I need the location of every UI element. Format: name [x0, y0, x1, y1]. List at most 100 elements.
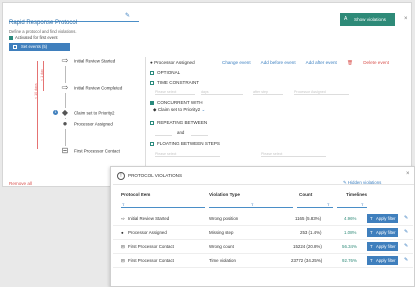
hide-icon[interactable]: ✎	[404, 243, 408, 249]
filter-icon: T	[370, 216, 373, 221]
hide-icon[interactable]: ✎	[404, 229, 408, 235]
apply-filter-button[interactable]: T Apply filter	[367, 242, 398, 251]
protocol-title-field[interactable]: Rapid Response Protocol	[9, 11, 139, 26]
flow-node[interactable]: ● Processor Assigned	[60, 119, 113, 129]
checkbox-icon	[150, 70, 154, 75]
contact-icon: ⊟	[121, 244, 125, 249]
tc-select-d[interactable]: Processor Assigned	[294, 90, 349, 95]
concurrent-select[interactable]: ◆ Claim set to Priority2 ⌄	[153, 107, 205, 113]
protocol-violations-panel: ! PROTOCOL VIOLATIONS ✎ Hidden violation…	[110, 166, 415, 287]
activated-checkbox[interactable]: Activated for first event	[9, 35, 58, 40]
delete-event-label: Delete event	[363, 60, 390, 65]
hide-icon[interactable]: ✎	[404, 215, 408, 221]
violations-title: PROTOCOL VIOLATIONS	[128, 173, 183, 178]
add-before-link[interactable]: Add before event	[261, 60, 296, 65]
and-label: and	[177, 130, 185, 135]
row-item: ● Processor Assigned	[121, 230, 167, 235]
col-header-type[interactable]: Violation Type	[209, 192, 240, 197]
hidden-violations-link[interactable]: ✎ Hidden violations	[343, 180, 381, 186]
table-row[interactable]: ⊟ First Processor Contact Wrong count 152…	[113, 240, 413, 254]
row-item-label: Initial Review Started	[128, 216, 170, 221]
row-item-label: First Processor Contact	[128, 258, 174, 263]
flow-node[interactable]: ◆ Claim set to Priority2	[60, 108, 115, 118]
checkbox-icon	[150, 120, 154, 125]
row-item: ⊟ First Processor Contact	[121, 258, 174, 264]
info-icon[interactable]: 1	[53, 110, 58, 115]
table-row[interactable]: ⇨ Initial Review Started Wrong position 1…	[113, 212, 413, 226]
repeat-min-input[interactable]	[155, 131, 172, 136]
tc-select-a[interactable]: Please select	[155, 90, 195, 95]
hide-icon[interactable]: ✎	[404, 257, 408, 263]
filter-item[interactable]: T	[121, 202, 205, 208]
row-count: 1165 (5.83%)	[295, 216, 322, 221]
violations-icon: A	[344, 16, 348, 22]
filter-icon: T	[370, 244, 373, 249]
col-header-timelines[interactable]: Timelines	[346, 192, 367, 197]
activated-label: Activated for first event	[15, 35, 58, 40]
flow-node[interactable]: ⊟ First Processor Contact	[60, 146, 120, 156]
table-row[interactable]: ● Processor Assigned Missing step 253 (1.…	[113, 226, 413, 240]
floating-label: FLOATING BETWEEN STEPS	[157, 141, 220, 146]
diamond-icon: ◆	[60, 108, 70, 118]
tc-select-b[interactable]: days	[201, 90, 243, 95]
row-item-label: First Processor Contact	[128, 244, 174, 249]
filter-icon: T	[370, 230, 373, 235]
row-count: 23772 (34.25%)	[291, 258, 323, 263]
filter-row: T T T T	[121, 202, 403, 208]
concurrent-checkbox[interactable]: CONCURRENT WITH	[150, 100, 203, 105]
close-icon[interactable]: ×	[404, 16, 408, 22]
flow-node[interactable]: ⇨ Initial Review Started	[60, 56, 115, 66]
checkbox-checked-icon	[9, 35, 13, 40]
row-type: Missing step	[209, 230, 234, 235]
contact-icon: ⊟	[60, 146, 70, 156]
apply-filter-button[interactable]: T Apply filter	[367, 256, 398, 265]
floating-checkbox[interactable]: FLOATING BETWEEN STEPS	[150, 141, 220, 146]
filter-count[interactable]: T	[297, 202, 333, 208]
flow-node-label: Initial Review Completed	[74, 85, 123, 91]
floating-select-b[interactable]: Please select	[261, 152, 326, 157]
change-event-link[interactable]: Change event	[222, 60, 251, 65]
set-events-button[interactable]: Set events (5)	[9, 43, 70, 51]
time-constraint-label: TIME CONSTRAINT	[157, 80, 200, 85]
flow-node[interactable]: ⇨ Initial Review Completed	[60, 83, 122, 93]
concurrent-value: Claim set to Priority2	[157, 107, 201, 112]
checkbox-icon	[150, 80, 154, 85]
delete-event-link[interactable]: 🗑 Delete event	[347, 60, 398, 65]
show-violations-label: Show violations	[354, 17, 386, 22]
col-header-count[interactable]: Count	[299, 192, 312, 197]
row-item: ⇨ Initial Review Started	[121, 216, 169, 222]
bracket-label-short: < 1 day	[40, 69, 44, 81]
filter-icon: T	[361, 202, 364, 207]
row-pct: 92.76%	[342, 258, 357, 263]
warning-icon: !	[117, 172, 125, 180]
add-after-link[interactable]: Add after event	[306, 60, 337, 65]
set-events-label: Set events (5)	[21, 44, 48, 49]
flow-node-label: Claim set to Priority2	[74, 110, 115, 116]
floating-select-a[interactable]: Please select	[155, 152, 220, 157]
apply-filter-label: Apply filter	[376, 230, 396, 235]
table-row[interactable]: ⊟ First Processor Contact Time violation …	[113, 254, 413, 268]
col-header-item[interactable]: Protocol Item	[121, 192, 150, 197]
protocol-title: Rapid Response Protocol	[9, 20, 78, 26]
optional-checkbox[interactable]: OPTIONAL	[150, 70, 180, 75]
person-icon: ●	[60, 119, 70, 129]
show-violations-button[interactable]: A Show violations	[340, 13, 395, 26]
filter-icon: T	[122, 202, 125, 207]
filter-timelines[interactable]: T	[337, 202, 367, 208]
flow-node-label: Initial Review Started	[74, 58, 116, 64]
filter-type[interactable]: T	[209, 202, 293, 208]
repeating-checkbox[interactable]: REPEATING BETWEEN	[150, 120, 207, 125]
row-item: ⊟ First Processor Contact	[121, 244, 174, 250]
repeat-max-input[interactable]	[191, 131, 208, 136]
apply-filter-button[interactable]: T Apply filter	[367, 214, 398, 223]
panel-divider	[145, 57, 146, 182]
apply-filter-button[interactable]: T Apply filter	[367, 228, 398, 237]
checkbox-icon	[150, 141, 154, 146]
chevron-down-icon: ⌄	[200, 107, 206, 112]
close-icon[interactable]: ×	[406, 171, 410, 177]
remove-all-link[interactable]: Remove all	[9, 181, 32, 186]
repeating-label: REPEATING BETWEEN	[157, 120, 208, 125]
time-constraint-checkbox[interactable]: TIME CONSTRAINT	[150, 80, 199, 85]
tc-select-c[interactable]: after step	[253, 90, 283, 95]
edit-pencil-icon[interactable]: ✎	[125, 12, 130, 19]
